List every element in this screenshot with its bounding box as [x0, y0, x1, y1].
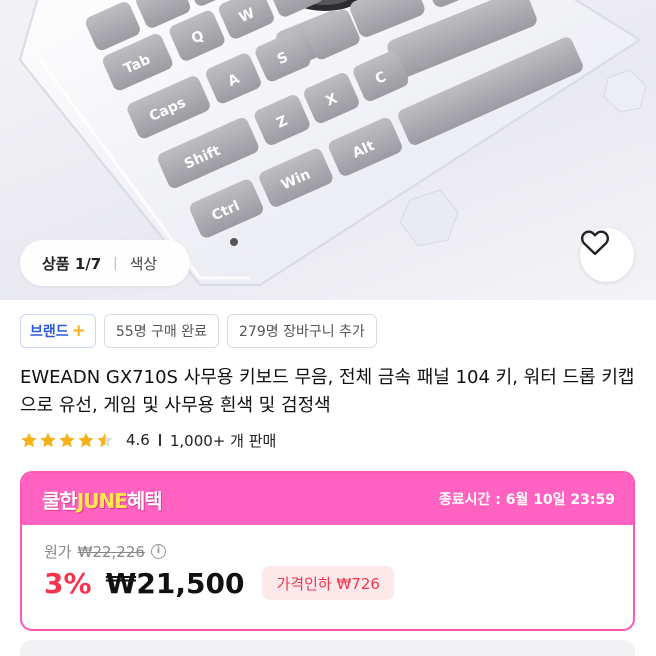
discount-percent: 3%: [44, 566, 92, 600]
rating-score: 4.6: [126, 431, 150, 449]
promo-deadline: 종료시간 : 6월 10일 23:59: [438, 492, 615, 508]
wishlist-button[interactable]: [580, 228, 634, 282]
option-label: 색상: [129, 254, 158, 273]
product-title: EWEADN GX710S 사무용 키보드 무음, 전체 금속 패널 104 키…: [20, 367, 635, 416]
original-price: ₩22,226: [77, 542, 145, 561]
heart-icon: [581, 230, 609, 256]
next-section-card: [20, 640, 635, 656]
promo-card: 쿨한JUNE혜택 종료시간 : 6월 10일 23:59 원가 ₩22,226 …: [20, 471, 635, 631]
info-icon[interactable]: i: [150, 544, 166, 559]
star-icon: [78, 432, 94, 448]
star-icon: [40, 432, 56, 448]
price-cut-badge: 가격인하 ₩726: [262, 566, 394, 600]
badge-row: 브랜드 + 55명 구매 완료 279명 장바구니 추가: [20, 314, 377, 348]
price-row: 3% ₩21,500 가격인하 ₩726: [44, 566, 394, 600]
product-image-gallery[interactable]: Tab Q W Caps A S Shift Z X C Ctrl Win Al…: [0, 0, 656, 300]
promo-header: 쿨한JUNE혜택 종료시간 : 6월 10일 23:59: [22, 473, 633, 525]
star-icon: [21, 432, 37, 448]
brand-plus-badge[interactable]: 브랜드 +: [20, 314, 96, 348]
sale-price: ₩21,500: [105, 566, 245, 600]
star-icon: [97, 432, 113, 448]
promo-logo-pre: 쿨한: [42, 488, 78, 513]
divider: [158, 434, 161, 446]
promo-logo-june: JUNE: [76, 488, 128, 513]
plus-icon: +: [71, 321, 86, 341]
image-counter: 상품 1/7: [42, 254, 102, 273]
divider: |: [113, 255, 118, 271]
sales-count: 1,000+ 개 판매: [169, 431, 277, 450]
cart-count-badge: 279명 장바구니 추가: [227, 314, 377, 348]
star-icon: [59, 432, 75, 448]
promo-logo: 쿨한JUNE혜택: [42, 485, 163, 514]
brand-label: 브랜드: [30, 324, 69, 340]
star-rating: [20, 431, 114, 449]
promo-logo-post: 혜택: [126, 488, 163, 513]
purchase-count-badge: 55명 구매 완료: [103, 314, 220, 348]
image-counter-pill: 상품 1/7 | 색상: [20, 240, 190, 286]
rating-row[interactable]: 4.6 1,000+ 개 판매: [20, 429, 276, 451]
original-label: 원가: [44, 543, 72, 561]
original-price-row: 원가 ₩22,226 i: [44, 541, 166, 562]
